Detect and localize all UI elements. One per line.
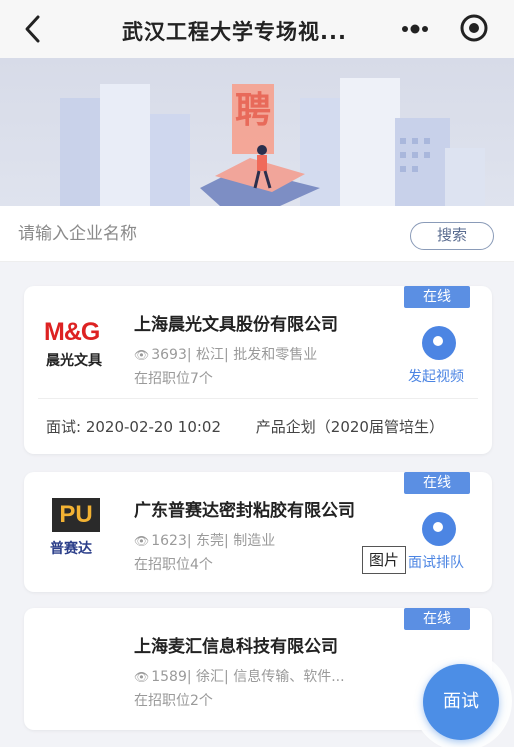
online-badge: 在线 [404,472,470,494]
logo-mark: PU [52,498,100,532]
interview-label: 面试: [46,418,82,436]
search-button[interactable]: 搜索 [410,222,494,250]
eye-icon: 👁 [134,534,150,548]
interview-time: 2020-02-20 10:02 [85,418,222,436]
company-logo: M&G 晨光文具 [38,314,118,374]
online-badge: 在线 [404,608,470,630]
interview-info: 面试: 2020-02-20 10:02 产品企划（2020届管培生） [46,416,444,437]
job-count: 在招职位7个 [134,371,213,387]
interview-queue-button[interactable]: 面试排队 [408,552,464,572]
divider [38,398,478,399]
company-meta: 👁 3693| 松江| 批发和零售业 [134,344,317,364]
page-title: 武汉工程大学专场视... [122,20,347,44]
company-meta-text: 3693| 松江| 批发和零售业 [151,347,318,363]
company-meta: 👁 1623| 东莞| 制造业 [134,530,275,550]
company-meta-text: 1589| 徐汇| 信息传输、软件... [151,669,345,685]
banner-badge-text: 聘 [235,90,271,131]
chevron-left-icon[interactable] [18,12,48,46]
target-icon[interactable] [458,12,490,44]
recruitment-banner: 聘 [0,58,514,206]
company-meta-text: 1623| 东莞| 制造业 [151,533,276,549]
banner-illustration: 聘 [60,78,485,206]
company-name: 广东普赛达密封粘胶有限公司 [134,501,355,521]
company-logo: PU 普赛达 [38,494,118,557]
search-input[interactable] [18,218,388,250]
logo-subtext: 晨光文具 [46,353,102,369]
eye-icon: 👁 [134,348,150,362]
location-pin-icon[interactable] [422,512,456,546]
more-dots-icon[interactable] [396,14,434,44]
eye-icon: 👁 [134,670,150,684]
job-count: 在招职位2个 [134,693,213,709]
logo-subtext: 普赛达 [50,541,92,557]
job-count: 在招职位4个 [134,557,213,573]
interview-position: 产品企划（2020届管培生） [255,418,444,436]
location-pin-icon[interactable] [422,326,456,360]
company-card[interactable]: 在线 M&G 晨光文具 上海晨光文具股份有限公司 👁 3693| 松江| 批发和零… [24,286,492,454]
logo-mark: M&G [44,318,100,346]
company-name: 上海晨光文具股份有限公司 [134,315,338,335]
image-tooltip: 图片 [362,546,407,574]
online-badge: 在线 [404,286,470,308]
search-row: 搜索 [0,206,514,262]
start-video-button[interactable]: 发起视频 [408,366,464,386]
interview-fab-button[interactable]: 面试 [423,664,499,740]
top-bar: 武汉工程大学专场视... [0,0,514,58]
company-name: 上海麦汇信息科技有限公司 [134,637,338,657]
company-meta: 👁 1589| 徐汇| 信息传输、软件... [134,666,345,686]
company-card[interactable]: 在线 PU 普赛达 广东普赛达密封粘胶有限公司 👁 1623| 东莞| 制造业 在… [24,472,492,592]
